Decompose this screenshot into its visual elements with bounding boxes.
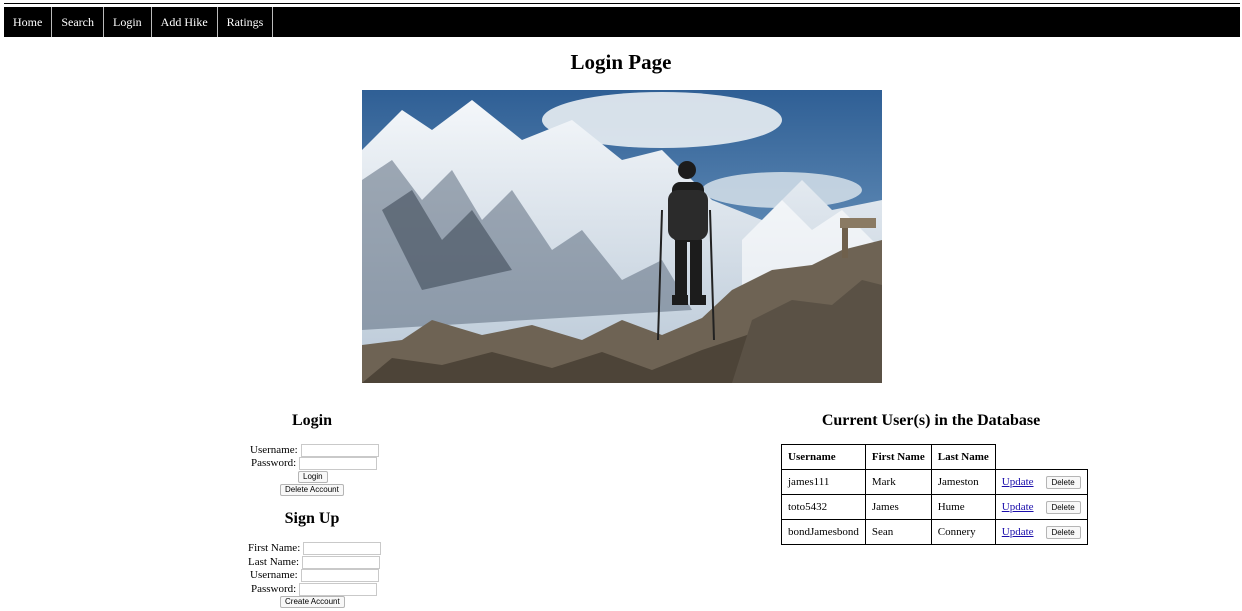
column-header-username: Username: [781, 444, 866, 470]
nav-search[interactable]: Search: [52, 7, 104, 37]
cell-delete: Delete: [1039, 519, 1088, 545]
top-divider: [4, 3, 1240, 4]
update-link[interactable]: Update: [1002, 526, 1034, 538]
cell-username: toto5432: [781, 494, 866, 520]
top-navbar: Home Search Login Add Hike Ratings: [4, 7, 1240, 37]
cell-last-name: Hume: [930, 494, 996, 520]
login-username-input[interactable]: [300, 444, 379, 457]
cell-delete: Delete: [1039, 494, 1088, 520]
delete-account-button[interactable]: Delete Account: [280, 484, 344, 496]
table-row: toto5432 James Hume Update Delete: [781, 494, 1088, 520]
column-header-update: [995, 444, 1040, 470]
delete-user-button[interactable]: Delete: [1045, 525, 1081, 539]
cell-first-name: James: [864, 494, 932, 520]
login-heading: Login: [291, 412, 332, 429]
login-password-row: Password:: [251, 457, 378, 470]
signup-first-name-row: First Name:: [248, 542, 382, 555]
delete-user-button[interactable]: Delete: [1045, 475, 1081, 489]
login-username-row: Username:: [250, 444, 379, 457]
signup-username-input[interactable]: [300, 569, 379, 582]
column-header-first-name: First Name: [864, 444, 932, 470]
signup-first-name-input[interactable]: [303, 542, 382, 555]
signup-username-label: Username:: [250, 569, 298, 581]
signup-password-row: Password:: [251, 583, 378, 596]
login-username-label: Username:: [250, 444, 298, 456]
hero-image: [362, 90, 882, 383]
cell-first-name: Sean: [864, 519, 932, 545]
signup-heading: Sign Up: [284, 510, 340, 527]
nav-home[interactable]: Home: [4, 7, 53, 37]
column-header-last-name: Last Name: [930, 444, 996, 470]
table-row: bondJamesbond Sean Connery Update Delete: [781, 519, 1088, 545]
nav-ratings[interactable]: Ratings: [218, 7, 274, 37]
users-heading: Current User(s) in the Database: [821, 412, 1041, 429]
signup-password-input[interactable]: [299, 583, 378, 596]
cell-first-name: Mark: [864, 469, 932, 495]
delete-user-button[interactable]: Delete: [1045, 500, 1081, 514]
update-link[interactable]: Update: [1002, 501, 1034, 513]
cell-username: james111: [781, 469, 866, 495]
signup-username-row: Username:: [250, 569, 379, 582]
signup-password-label: Password:: [251, 583, 297, 595]
cell-last-name: Jameston: [930, 469, 996, 495]
nav-login[interactable]: Login: [104, 7, 152, 37]
cell-update: Update: [994, 494, 1040, 520]
cell-last-name: Connery: [930, 519, 996, 545]
signup-last-name-label: Last Name:: [248, 556, 300, 568]
login-button[interactable]: Login: [298, 471, 328, 483]
column-header-delete: [1039, 444, 1088, 470]
page-title: Login Page: [570, 50, 672, 74]
table-header-row: Username First Name Last Name: [781, 444, 1088, 470]
users-table: Username First Name Last Name james111 M…: [781, 444, 1088, 545]
cell-username: bondJamesbond: [781, 519, 866, 545]
table-row: james111 Mark Jameston Update Delete: [781, 469, 1088, 495]
cell-update: Update: [994, 519, 1040, 545]
cell-delete: Delete: [1039, 469, 1088, 495]
signup-last-name-row: Last Name:: [248, 556, 381, 569]
hiker-mountain-illustration: [362, 90, 882, 383]
login-password-input[interactable]: [299, 457, 378, 470]
nav-add-hike[interactable]: Add Hike: [152, 7, 218, 37]
signup-first-name-label: First Name:: [248, 542, 301, 554]
update-link[interactable]: Update: [1002, 476, 1034, 488]
login-password-label: Password:: [251, 457, 297, 469]
create-account-button[interactable]: Create Account: [280, 596, 345, 608]
signup-last-name-input[interactable]: [302, 556, 381, 569]
cell-update: Update: [994, 469, 1040, 495]
